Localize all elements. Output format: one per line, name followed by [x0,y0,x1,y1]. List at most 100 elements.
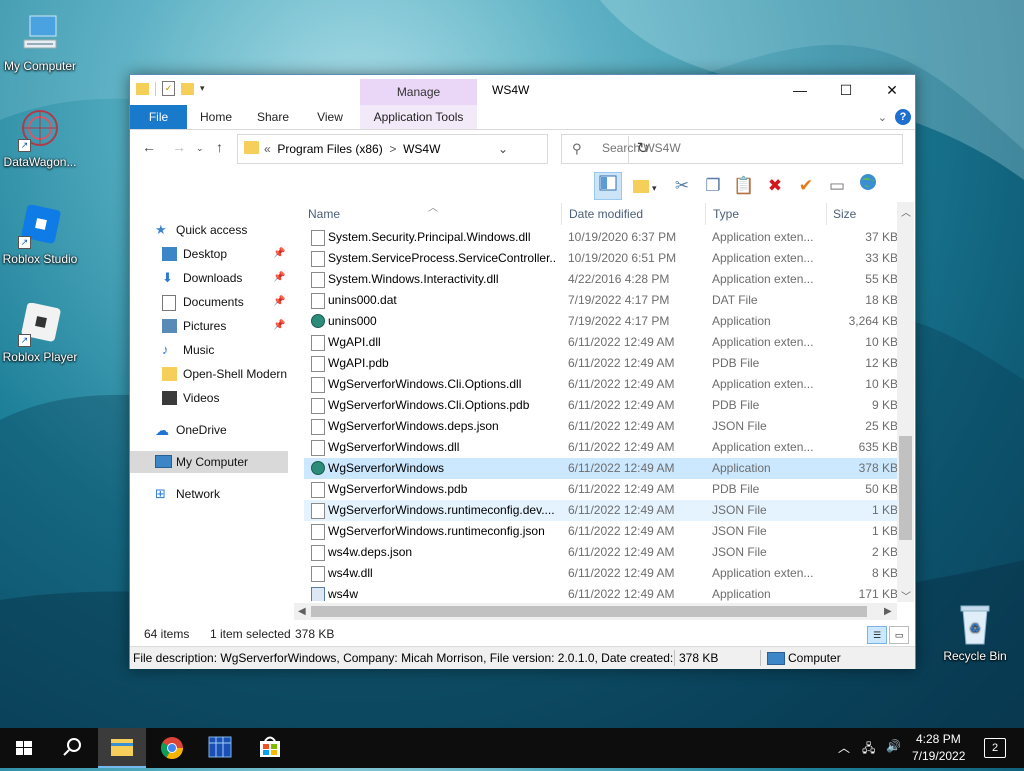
horizontal-scroll-thumb[interactable] [311,606,867,617]
clock-date[interactable]: 7/19/2022 [912,749,965,763]
taskbar-chrome[interactable] [148,728,196,768]
nav-item[interactable]: Videos [130,387,288,409]
desktop-icon-recycle-bin[interactable]: ♻ Recycle Bin [935,602,1015,663]
taskbar-app[interactable] [196,728,244,768]
column-header-date[interactable]: Date modified [569,201,643,225]
start-button[interactable] [0,728,48,768]
breadcrumb-ws4w[interactable]: WS4W [403,142,440,156]
file-row[interactable]: WgServerforWindows.dll 6/11/2022 12:49 AM… [304,437,898,458]
file-size: 10 KB [865,377,898,391]
delete-icon[interactable]: ✖ [761,172,789,200]
file-row[interactable]: WgServerforWindows.pdb 6/11/2022 12:49 AM… [304,479,898,500]
maximize-button[interactable]: ☐ [823,75,869,105]
nav-item[interactable]: ⊞ Network [130,483,288,505]
minimize-button[interactable]: — [777,75,823,105]
back-button[interactable]: ← [142,139,156,155]
vertical-scroll-thumb[interactable] [899,436,912,540]
details-view-button[interactable]: ☰ [867,626,887,644]
search-input[interactable] [600,140,894,156]
nav-item[interactable]: My Computer [130,451,288,473]
scroll-left-icon[interactable]: ◀ [298,606,306,617]
notifications-button[interactable]: 2 [984,738,1006,758]
properties-icon[interactable]: ▭ [823,172,851,200]
file-row[interactable]: System.ServiceProcess.ServiceController.… [304,248,898,269]
file-row[interactable]: WgServerforWindows.deps.json 6/11/2022 12… [304,416,898,437]
taskbar-file-explorer[interactable] [98,728,146,768]
app-grid-icon [208,736,232,758]
file-row[interactable]: unins000.dat 7/19/2022 4:17 PM DAT File 18 … [304,290,898,311]
column-header-type[interactable]: Type [713,201,739,225]
horizontal-scrollbar[interactable]: ◀ ▶ [294,603,897,620]
up-button[interactable]: ↑ [216,139,223,155]
nav-item[interactable]: Documents 📌 [130,291,288,313]
scroll-right-icon[interactable]: ▶ [884,606,892,617]
recent-locations-icon[interactable]: ⌄ [196,143,204,154]
help-icon[interactable]: ? [895,109,911,125]
properties-icon[interactable]: ✓ [162,81,175,96]
desktop-icon-roblox-studio[interactable]: ↗ Roblox Studio [0,204,80,266]
forward-button[interactable]: → [172,139,186,155]
nav-item[interactable]: ★ Quick access [130,219,288,241]
globe-icon[interactable] [854,172,882,200]
column-header-name[interactable]: Name [308,201,340,225]
nav-item[interactable]: Desktop 📌 [130,243,288,265]
file-row[interactable]: WgServerforWindows 6/11/2022 12:49 AM Appl… [304,458,898,479]
search-button[interactable] [48,728,96,768]
desktop-icon-datawagon[interactable]: ↗ DataWagon... [0,108,80,169]
file-row[interactable]: WgServerforWindows.Cli.Options.dll 6/11/2… [304,374,898,395]
copy-icon[interactable]: ❐ [699,172,727,200]
volume-icon[interactable]: 🔊 [886,739,901,753]
tab-share[interactable]: Share [247,105,299,129]
scroll-up-icon[interactable]: ︿ [901,204,911,219]
file-row[interactable]: ws4w.deps.json 6/11/2022 12:49 AM JSON Fil… [304,542,898,563]
file-row[interactable]: WgAPI.pdb 6/11/2022 12:49 AM PDB File 12 KB [304,353,898,374]
item-count: 64 items [144,627,190,641]
pin-icon: 📌 [273,296,286,307]
nav-item[interactable]: ♪ Music [130,339,288,361]
search-box[interactable]: ⚲ [561,134,903,164]
file-row[interactable]: ws4w.dll 6/11/2022 12:49 AM Application ex… [304,563,898,584]
tab-home[interactable]: Home [190,105,242,129]
breadcrumb-separator[interactable]: > [389,142,396,156]
tab-application-tools[interactable]: Application Tools [360,105,477,129]
tab-view[interactable]: View [304,105,356,129]
rename-check-icon[interactable]: ✔ [792,172,820,200]
file-row[interactable]: unins000 7/19/2022 4:17 PM Application 3,26… [304,311,898,332]
show-hidden-icons[interactable]: ︿ [838,739,850,756]
title-bar[interactable]: ✓ ▾ Manage WS4W — ☐ ✕ [130,75,915,105]
column-header-size[interactable]: Size [833,201,856,225]
expand-ribbon-icon[interactable]: ⌄ [878,111,887,124]
file-row[interactable]: WgServerforWindows.runtimeconfig.dev....… [304,500,898,521]
clock-time[interactable]: 4:28 PM [916,732,961,746]
new-folder-icon[interactable] [181,82,194,95]
address-dropdown-icon[interactable]: ⌄ [498,142,508,156]
vertical-scrollbar[interactable]: ︿ ﹀ [897,202,914,603]
folder-icon[interactable] [136,82,149,95]
tab-file[interactable]: File [130,105,187,129]
taskbar-store[interactable] [246,728,294,768]
breadcrumb-program-files[interactable]: Program Files (x86) [277,142,382,156]
nav-item[interactable]: Open-Shell Modern [130,363,288,385]
new-folder-button[interactable]: ▾ [625,172,665,200]
desktop-icon-my-computer[interactable]: My Computer [0,12,80,73]
network-icon[interactable]: 🖧 [862,739,875,760]
close-button[interactable]: ✕ [869,75,915,105]
address-bar[interactable]: « Program Files (x86) > WS4W ⌄ ↻ [237,134,649,164]
breadcrumb-overflow[interactable]: « [264,142,271,156]
cut-icon[interactable]: ✂ [668,172,696,200]
file-row[interactable]: ws4w 6/11/2022 12:49 AM Application 171 KB [304,584,898,601]
paste-icon[interactable]: 📋 [730,172,758,200]
file-row[interactable]: System.Security.Principal.Windows.dll 10/… [304,227,898,248]
nav-item[interactable]: Pictures 📌 [130,315,288,337]
preview-pane-button[interactable] [594,172,622,200]
nav-item[interactable]: ☁ OneDrive [130,419,288,441]
qat-dropdown-icon[interactable]: ▾ [200,83,205,94]
file-row[interactable]: WgServerforWindows.runtimeconfig.json 6/1… [304,521,898,542]
file-row[interactable]: System.Windows.Interactivity.dll 4/22/201… [304,269,898,290]
desktop-icon-roblox-player[interactable]: ↗ Roblox Player [0,302,80,364]
file-row[interactable]: WgAPI.dll 6/11/2022 12:49 AM Application e… [304,332,898,353]
large-icons-view-button[interactable]: ▭ [889,626,909,644]
nav-item[interactable]: ⬇ Downloads 📌 [130,267,288,289]
file-row[interactable]: WgServerforWindows.Cli.Options.pdb 6/11/2… [304,395,898,416]
scroll-down-icon[interactable]: ﹀ [901,588,911,603]
